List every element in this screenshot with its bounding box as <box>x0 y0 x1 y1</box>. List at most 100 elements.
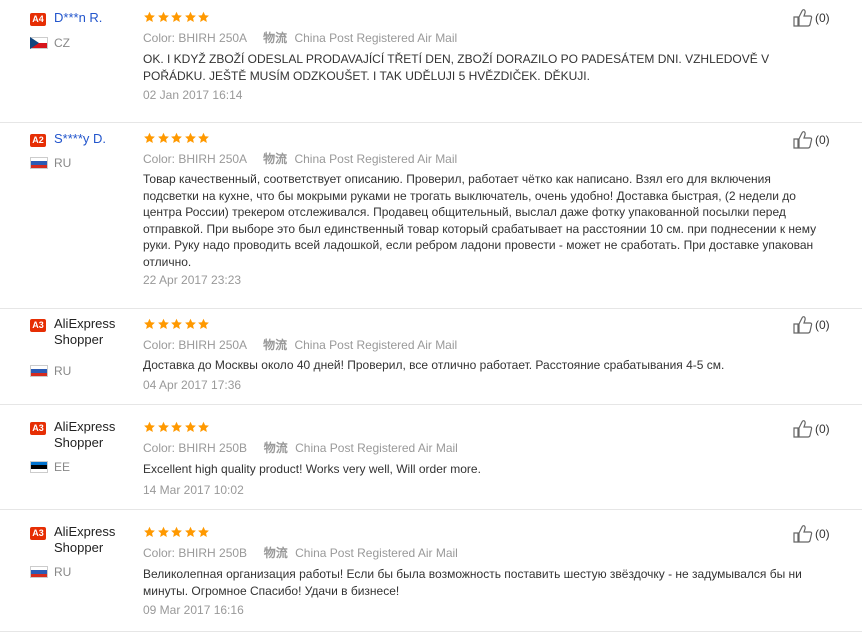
country-code: RU <box>54 565 72 579</box>
helpful-count: (0) <box>815 11 830 25</box>
thumbs-up-icon <box>793 131 813 149</box>
reviewer-name[interactable]: AliExpress Shopper <box>54 524 144 556</box>
reviewer-name[interactable]: AliExpress Shopper <box>54 316 144 348</box>
star-icon <box>171 526 182 537</box>
review-item: A3 AliExpress Shopper RU Color: BHIRH 25… <box>0 509 862 632</box>
star-icon <box>144 132 155 143</box>
helpful-count: (0) <box>815 422 830 436</box>
star-icon <box>157 421 169 432</box>
star-icon <box>171 132 182 143</box>
review-item: A2 S****y D. RU Color: BHIRH 250A 物流 Chi… <box>0 122 862 309</box>
star-icon <box>144 11 155 22</box>
color-value: BHIRH 250A <box>178 152 247 166</box>
reviewer-name[interactable]: D***n R. <box>54 10 102 26</box>
color-label: Color: <box>143 338 176 352</box>
helpful-button[interactable]: (0) <box>793 316 830 334</box>
logistics-icon: 物流 <box>263 441 288 455</box>
color-label: Color: <box>143 546 176 560</box>
star-icon <box>198 318 209 329</box>
helpful-button[interactable]: (0) <box>793 525 830 543</box>
review-date: 22 Apr 2017 23:23 <box>143 273 242 287</box>
star-icon <box>157 132 169 143</box>
color-value: BHIRH 250B <box>178 546 248 560</box>
star-icon <box>144 318 155 329</box>
country-code: RU <box>54 156 72 170</box>
star-icon <box>171 318 182 329</box>
logistics-icon: 物流 <box>263 152 288 166</box>
star-icon <box>198 132 209 143</box>
helpful-button[interactable]: (0) <box>793 420 830 438</box>
color-value: BHIRH 250A <box>178 338 247 352</box>
thumbs-up-icon <box>793 9 813 27</box>
buyer-level-badge: A3 <box>30 422 46 435</box>
star-icon <box>184 526 196 537</box>
star-icon <box>157 318 169 329</box>
review-text: Excellent high quality product! Works ve… <box>143 462 481 476</box>
star-icon <box>198 526 209 537</box>
logistics-icon: 物流 <box>263 546 288 560</box>
country-code: RU <box>54 364 72 378</box>
color-label: Color: <box>143 31 176 45</box>
star-icon <box>171 421 182 432</box>
helpful-count: (0) <box>815 527 830 541</box>
color-label: Color: <box>143 441 176 455</box>
review-meta: Color: BHIRH 250B 物流 China Post Register… <box>143 544 458 561</box>
logistics-value: China Post Registered Air Mail <box>294 338 458 352</box>
review-meta: Color: BHIRH 250A 物流 China Post Register… <box>143 336 457 353</box>
review-text: OK. I KDYŽ ZBOŽÍ ODESLAL PRODAVAJÍCÍ TŘE… <box>143 52 770 83</box>
buyer-level-badge: A3 <box>30 527 46 540</box>
logistics-value: China Post Registered Air Mail <box>295 546 458 560</box>
logistics-value: China Post Registered Air Mail <box>295 441 458 455</box>
logistics-icon: 物流 <box>263 338 288 352</box>
review-date: 04 Apr 2017 17:36 <box>143 378 242 392</box>
country-code: EE <box>54 460 71 474</box>
review-date: 02 Jan 2017 16:14 <box>143 88 243 102</box>
review-item: A4 D***n R. CZ Color: BHIRH 250A 物流 Chin… <box>0 0 862 123</box>
star-icon <box>184 11 196 22</box>
star-icon <box>171 11 182 22</box>
star-icon <box>157 11 169 22</box>
star-icon <box>157 526 169 537</box>
thumbs-up-icon <box>793 316 813 334</box>
star-icon <box>198 11 209 22</box>
rating-stars <box>143 11 211 23</box>
rating-stars <box>143 421 211 433</box>
rating-stars <box>143 132 211 144</box>
star-icon <box>198 421 209 432</box>
review-text: Доставка до Москвы около 40 дней! Провер… <box>143 358 725 372</box>
review-date: 14 Mar 2017 10:02 <box>143 483 244 497</box>
helpful-count: (0) <box>815 133 830 147</box>
review-item: A3 AliExpress Shopper RU Color: BHIRH 25… <box>0 308 862 405</box>
star-icon <box>144 526 155 537</box>
flag-icon-ru <box>30 157 48 169</box>
review-meta: Color: BHIRH 250A 物流 China Post Register… <box>143 150 457 167</box>
star-icon <box>144 421 155 432</box>
color-value: BHIRH 250B <box>178 441 248 455</box>
buyer-level-badge: A4 <box>30 13 46 26</box>
review-item: A3 AliExpress Shopper EE Color: BHIRH 25… <box>0 404 862 510</box>
logistics-icon: 物流 <box>263 31 288 45</box>
country-code: CZ <box>54 36 70 50</box>
star-icon <box>184 318 196 329</box>
review-text: Великолепная организация работы! Если бы… <box>143 567 802 598</box>
logistics-value: China Post Registered Air Mail <box>294 152 458 166</box>
rating-stars <box>143 318 211 330</box>
star-icon <box>184 421 196 432</box>
flag-icon-ru <box>30 365 48 377</box>
helpful-button[interactable]: (0) <box>793 9 830 27</box>
reviewer-name[interactable]: S****y D. <box>54 131 106 147</box>
helpful-count: (0) <box>815 318 830 332</box>
flag-icon-ee <box>30 461 48 473</box>
flag-icon-ru <box>30 566 48 578</box>
review-text: Товар качественный, соответствует описан… <box>143 172 817 269</box>
color-label: Color: <box>143 152 176 166</box>
review-meta: Color: BHIRH 250A 物流 China Post Register… <box>143 29 457 46</box>
star-icon <box>184 132 196 143</box>
buyer-level-badge: A3 <box>30 319 46 332</box>
buyer-level-badge: A2 <box>30 134 46 147</box>
color-value: BHIRH 250A <box>178 31 247 45</box>
flag-icon-cz <box>30 37 48 49</box>
helpful-button[interactable]: (0) <box>793 131 830 149</box>
logistics-value: China Post Registered Air Mail <box>294 31 458 45</box>
reviewer-name[interactable]: AliExpress Shopper <box>54 419 144 451</box>
